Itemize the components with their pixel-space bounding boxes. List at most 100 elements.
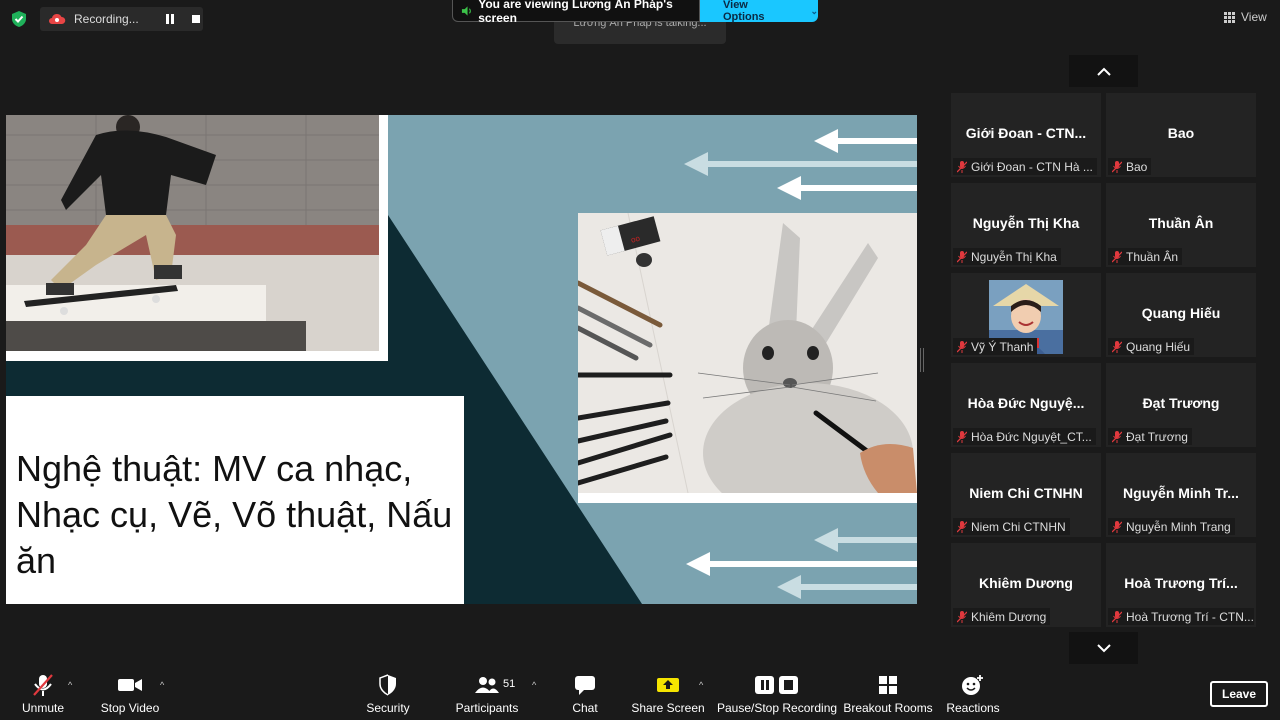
participant-name: Nguyễn Minh Tr... xyxy=(1123,485,1239,501)
stop-video-label: Stop Video xyxy=(100,701,160,715)
mic-muted-icon xyxy=(1112,430,1122,443)
shield-check-icon[interactable] xyxy=(10,10,28,28)
participant-tile[interactable]: Vỹ Ý Thanh xyxy=(951,273,1101,357)
mic-muted-icon xyxy=(957,340,967,353)
leave-button[interactable]: Leave xyxy=(1210,681,1268,707)
mic-muted-icon xyxy=(957,520,967,533)
participant-tile[interactable]: Đạt Trương Đạt Trương xyxy=(1106,363,1256,447)
stop-recording-button[interactable] xyxy=(192,15,200,23)
unmute-label: Unmute xyxy=(21,701,65,715)
participant-label: Nguyễn Thị Kha xyxy=(953,248,1061,265)
viewing-label: You are viewing Lương Ân Pháp's screen xyxy=(478,0,673,25)
mic-muted-icon xyxy=(957,610,967,623)
share-screen-button[interactable]: Share Screen xyxy=(631,670,705,720)
unmute-button[interactable]: Unmute xyxy=(16,670,70,720)
participant-name: Niem Chi CTNHN xyxy=(969,485,1083,501)
gallery-scroll-down-button[interactable] xyxy=(1069,632,1138,664)
mic-muted-icon xyxy=(957,250,967,263)
participant-name: Khiêm Dương xyxy=(979,575,1073,591)
participant-label: Giới Đoan - CTN Hà ... xyxy=(953,158,1097,175)
viewing-screen-banner: You are viewing Lương Ân Pháp's screen xyxy=(452,0,700,25)
participant-name: Giới Đoan - CTN... xyxy=(965,125,1087,141)
participant-tile[interactable]: Giới Đoan - CTN... Giới Đoan - CTN Hà ..… xyxy=(951,93,1101,177)
mic-muted-icon xyxy=(1112,160,1122,173)
participant-tile[interactable]: Hòa Đức Nguyệ... Hòa Đức Nguyệt_CT... xyxy=(951,363,1101,447)
mic-muted-icon xyxy=(957,430,967,443)
participant-label: Đạt Trương xyxy=(1108,428,1192,445)
chevron-up-icon xyxy=(1096,67,1111,76)
share-screen-icon xyxy=(657,678,679,692)
mic-muted-icon xyxy=(1112,610,1122,623)
participant-label: Khiêm Dương xyxy=(953,608,1051,625)
participant-name: Đạt Trương xyxy=(1142,395,1220,411)
participant-count: 51 xyxy=(503,678,516,690)
chat-button[interactable]: Chat xyxy=(565,670,605,720)
security-shield-icon xyxy=(379,674,396,696)
view-button[interactable]: View xyxy=(1224,10,1267,24)
mic-muted-icon xyxy=(33,674,53,696)
participant-label: Nguyễn Minh Trang xyxy=(1108,518,1235,535)
video-options-caret[interactable]: ^ xyxy=(160,680,164,690)
video-camera-icon xyxy=(118,679,142,691)
grid-view-icon xyxy=(1224,11,1235,23)
smiley-plus-icon xyxy=(962,675,983,695)
skateboarder-photo xyxy=(6,115,388,361)
participant-tile[interactable]: Khiêm Dương Khiêm Dương xyxy=(951,543,1101,627)
audio-options-caret[interactable]: ^ xyxy=(68,680,72,690)
gallery-scroll-up-button[interactable] xyxy=(1069,55,1138,87)
share-options-caret[interactable]: ^ xyxy=(699,680,703,690)
pause-recording-button[interactable] xyxy=(166,14,176,24)
participant-tile[interactable]: Niem Chi CTNHN Niem Chi CTNHN xyxy=(951,453,1101,537)
participant-label: Thuần Ân xyxy=(1108,248,1183,265)
share-screen-label: Share Screen xyxy=(631,701,705,715)
chevron-down-icon: ⌄ xyxy=(810,5,818,16)
breakout-rooms-button[interactable]: Breakout Rooms xyxy=(843,670,933,720)
participant-label: Niem Chi CTNHN xyxy=(953,518,1070,535)
participant-name: Quang Hiếu xyxy=(1141,305,1221,321)
participant-tile[interactable]: Bao Bao xyxy=(1106,93,1256,177)
participants-label: Participants xyxy=(455,701,519,715)
participant-tile[interactable]: Hoà Trương Trí... Hoà Trương Trí - CTN..… xyxy=(1106,543,1256,627)
participant-tile[interactable]: Quang Hiếu Quang Hiếu xyxy=(1106,273,1256,357)
security-button[interactable]: Security xyxy=(362,670,414,720)
participant-name: Bao xyxy=(1167,125,1195,141)
participant-label: Bao xyxy=(1108,158,1152,175)
participant-tile[interactable]: Nguyễn Minh Tr... Nguyễn Minh Trang xyxy=(1106,453,1256,537)
mic-muted-icon xyxy=(1112,250,1122,263)
reactions-label: Reactions xyxy=(946,701,1000,715)
security-label: Security xyxy=(366,701,410,715)
view-label: View xyxy=(1241,10,1267,24)
participant-name: Hòa Đức Nguyệ... xyxy=(967,395,1085,411)
participant-label: Hoà Trương Trí - CTN... xyxy=(1108,608,1254,625)
stop-video-button[interactable]: Stop Video xyxy=(98,670,162,720)
participant-label: Vỹ Ý Thanh xyxy=(953,338,1038,355)
cloud-record-icon xyxy=(49,13,66,24)
participant-name: Thuần Ân xyxy=(1148,215,1214,231)
zoom-meeting-window: Recording... Lương Ân Pháp is talking...… xyxy=(0,0,1280,720)
reactions-button[interactable]: Reactions xyxy=(946,670,1000,720)
participant-tile[interactable]: Nguyễn Thị Kha Nguyễn Thị Kha xyxy=(951,183,1101,267)
participant-label: Quang Hiếu xyxy=(1108,338,1195,355)
slide-text-box: Nghệ thuật: MV ca nhạc, Nhạc cụ, Vẽ, Võ … xyxy=(6,396,464,604)
participant-tile[interactable]: Thuần Ân Thuần Ân xyxy=(1106,183,1256,267)
chat-bubble-icon xyxy=(575,676,595,695)
chat-label: Chat xyxy=(572,701,598,715)
pause-stop-recording-label: Pause/Stop Recording xyxy=(716,701,838,715)
breakout-rooms-label: Breakout Rooms xyxy=(843,701,933,715)
view-options-label: View Options xyxy=(723,0,765,23)
view-options-button[interactable]: View Options ⌄ xyxy=(700,0,818,23)
mic-muted-icon xyxy=(957,160,967,173)
pause-stop-recording-button[interactable]: Pause/Stop Recording xyxy=(716,670,838,720)
participants-icon xyxy=(475,677,499,693)
rabbit-drawing-photo: oo xyxy=(578,213,917,503)
shared-screen-slide: Nghệ thuật: MV ca nhạc, Nhạc cụ, Vẽ, Võ … xyxy=(6,115,917,604)
recording-label: Recording... xyxy=(74,12,139,26)
speaker-icon xyxy=(461,5,471,16)
participants-options-caret[interactable]: ^ xyxy=(532,680,536,690)
gallery-resize-handle[interactable] xyxy=(920,348,924,372)
mic-muted-icon xyxy=(1112,340,1122,353)
participant-name: Hoà Trương Trí... xyxy=(1124,575,1238,591)
chevron-down-icon xyxy=(1096,643,1111,652)
participant-name: Nguyễn Thị Kha xyxy=(972,215,1080,231)
meeting-toolbar: Unmute ^ Stop Video ^ Security Participa… xyxy=(0,670,1280,720)
